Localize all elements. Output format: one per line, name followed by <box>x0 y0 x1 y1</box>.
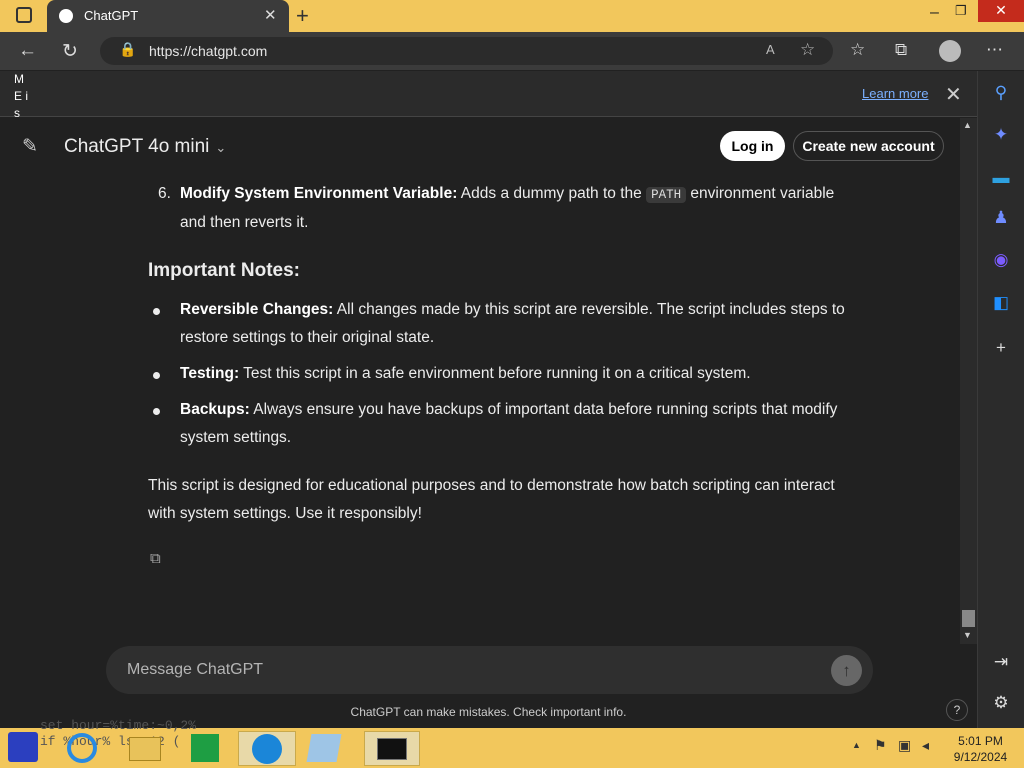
settings-gear-icon[interactable]: ⚙ <box>991 693 1011 713</box>
back-arrow-icon[interactable]: ← <box>18 40 37 62</box>
add-favorite-icon[interactable]: ☆ <box>800 40 815 60</box>
command-prompt-icon[interactable] <box>364 731 420 766</box>
message-input[interactable]: Message ChatGPT <box>127 661 263 679</box>
start-button-icon[interactable] <box>8 732 38 762</box>
scroll-up-icon[interactable]: ▲ <box>963 120 972 130</box>
restore-button[interactable]: ❐ <box>955 3 967 19</box>
chevron-down-icon: ⌄ <box>215 140 227 155</box>
disclaimer-text: ChatGPT can make mistakes. Check importa… <box>350 705 627 719</box>
inline-code: PATH <box>646 187 687 203</box>
collections-icon[interactable]: ⧉ <box>895 40 907 60</box>
network-icon[interactable]: ▣ <box>898 737 911 754</box>
outlook-icon[interactable]: ◧ <box>991 293 1011 313</box>
volume-muted-icon[interactable]: ◂ <box>922 737 929 754</box>
file-explorer-icon[interactable] <box>125 731 165 766</box>
people-icon[interactable]: ♟ <box>991 208 1011 228</box>
refresh-icon[interactable]: ↻ <box>62 40 78 63</box>
favorites-icon[interactable]: ☆ <box>850 40 865 60</box>
chatgpt-favicon-icon <box>59 9 73 23</box>
new-chat-edit-icon[interactable]: ✎ <box>22 135 38 158</box>
model-selector[interactable]: ChatGPT 4o mini ⌄ <box>64 136 226 158</box>
internet-explorer-icon[interactable] <box>62 731 102 766</box>
bullet-title: Testing: <box>180 365 240 382</box>
scroll-down-icon[interactable]: ▼ <box>963 630 972 640</box>
notes-heading: Important Notes: <box>148 260 300 281</box>
new-tab-button[interactable]: + <box>296 3 309 29</box>
shopping-icon[interactable]: ▬ <box>991 168 1011 188</box>
clock-date: 9/12/2024 <box>953 750 1008 764</box>
notepad-app-icon[interactable] <box>304 731 344 766</box>
games-icon[interactable]: ◉ <box>991 250 1011 270</box>
bullet-title: Reversible Changes: <box>180 301 334 318</box>
close-window-button[interactable]: ✕ <box>978 0 1024 22</box>
notification-close-icon[interactable]: ✕ <box>945 82 962 107</box>
bullet-item: Backups: Always ensure you have backups … <box>180 396 860 452</box>
action-center-flag-icon[interactable]: ⚑ <box>874 737 887 754</box>
tab-title: ChatGPT <box>84 8 139 23</box>
list-item-text: Adds a dummy path to the <box>457 185 647 202</box>
minimize-button[interactable]: – <box>930 4 939 22</box>
scrollbar-thumb[interactable] <box>962 610 975 627</box>
list-item-title: Modify System Environment Variable: <box>180 185 458 202</box>
bullet-item: Reversible Changes: All changes made by … <box>180 296 860 352</box>
page-scrollbar[interactable] <box>960 118 977 644</box>
bullet-icon <box>153 308 160 315</box>
closing-paragraph: This script is designed for educational … <box>148 477 835 522</box>
lock-icon[interactable]: 🔒 <box>119 41 136 58</box>
profile-avatar-icon[interactable] <box>939 40 961 62</box>
create-account-button[interactable]: Create new account <box>793 131 944 161</box>
bullet-text: Test this script in a safe environment b… <box>239 365 751 382</box>
show-hidden-icons[interactable]: ▲ <box>852 740 861 750</box>
learn-more-link[interactable]: Learn more <box>862 86 928 101</box>
browser-tab-chatgpt[interactable]: ChatGPT ✕ <box>47 0 289 32</box>
copy-icon[interactable]: ⧉ <box>150 550 161 567</box>
tab-close-icon[interactable]: ✕ <box>264 6 277 24</box>
edge-browser-icon[interactable] <box>238 731 296 766</box>
send-button[interactable]: ↑ <box>831 655 862 686</box>
taskbar-clock[interactable]: 5:01 PM 9/12/2024 <box>948 733 1013 765</box>
search-icon[interactable]: ⚲ <box>991 83 1011 103</box>
copilot-icon[interactable]: ✦ <box>991 125 1011 145</box>
log-in-button[interactable]: Log in <box>720 131 785 161</box>
url-text[interactable]: https://chatgpt.com <box>149 43 267 59</box>
hide-sidebar-icon[interactable]: ⇥ <box>991 652 1011 672</box>
bullet-title: Backups: <box>180 401 250 418</box>
model-name: ChatGPT 4o mini <box>64 136 210 157</box>
list-item-6: Modify System Environment Variable: Adds… <box>180 180 860 237</box>
help-button[interactable]: ? <box>946 699 968 721</box>
list-number: 6. <box>158 185 171 202</box>
bullet-item: Testing: Test this script in a safe envi… <box>180 360 860 388</box>
bullet-icon <box>153 372 160 379</box>
clock-time: 5:01 PM <box>958 734 1003 748</box>
bullet-text: Always ensure you have backups of import… <box>180 401 838 446</box>
notification-bar <box>0 71 977 117</box>
bullet-icon <box>153 408 160 415</box>
read-aloud-icon[interactable]: A <box>766 42 775 57</box>
notification-text: M E is <box>14 72 28 117</box>
more-options-icon[interactable]: ⋯ <box>986 40 1003 60</box>
store-app-icon[interactable] <box>185 731 225 766</box>
add-sidebar-icon[interactable]: + <box>991 338 1011 358</box>
tab-actions-icon[interactable] <box>16 7 32 23</box>
